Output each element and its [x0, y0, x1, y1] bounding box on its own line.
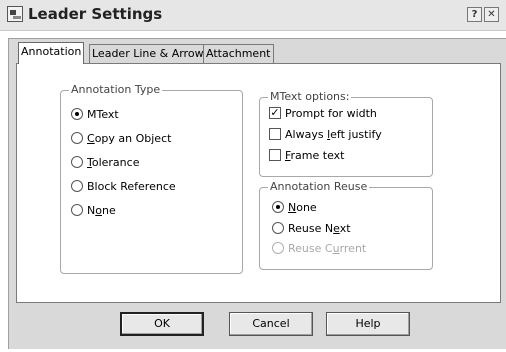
checkbox-icon[interactable]	[269, 128, 281, 140]
window-title: Leader Settings	[28, 5, 163, 23]
mtext-options-legend: MText options:	[268, 90, 352, 103]
help-icon[interactable]: ?	[467, 7, 482, 22]
radio-button-icon[interactable]	[71, 180, 83, 192]
app-icon	[7, 6, 23, 22]
radio-none-annotation[interactable]: None	[71, 203, 116, 219]
help-button[interactable]: Help	[326, 312, 410, 336]
title-bar: Leader Settings ? ✕	[0, 0, 506, 31]
annotation-type-legend: Annotation Type	[69, 83, 163, 96]
annotation-reuse-legend: Annotation Reuse	[268, 180, 370, 193]
radio-reuse-none[interactable]: None	[272, 200, 317, 216]
radio-button-icon[interactable]	[71, 132, 83, 144]
checkbox-checked-icon[interactable]: ✓	[269, 107, 281, 119]
tab-attachment[interactable]: Attachment	[203, 44, 274, 63]
checkbox-always-left-justify[interactable]: Always left justify	[269, 127, 382, 143]
tab-leader-line-arrow[interactable]: Leader Line & Arrow	[89, 44, 207, 63]
checkbox-icon[interactable]	[269, 149, 281, 161]
tab-annotation[interactable]: Annotation	[18, 42, 85, 64]
radio-copy-an-object[interactable]: Copy an Object	[71, 131, 171, 147]
cancel-button[interactable]: Cancel	[229, 312, 313, 336]
close-icon[interactable]: ✕	[484, 7, 499, 22]
annotation-reuse-group: Annotation Reuse None Reuse Next Reuse C…	[259, 180, 433, 270]
tab-panel-annotation: Annotation Type MText Copy an Object Tol…	[16, 63, 501, 303]
radio-button-icon[interactable]	[71, 156, 83, 168]
mtext-options-group: MText options: ✓ Prompt for width Always …	[259, 90, 433, 177]
ok-button[interactable]: OK	[120, 312, 204, 336]
radio-button-selected-icon[interactable]	[272, 201, 284, 213]
radio-button-selected-icon[interactable]	[71, 108, 83, 120]
radio-reuse-next[interactable]: Reuse Next	[272, 221, 351, 237]
radio-block-reference[interactable]: Block Reference	[71, 179, 176, 195]
checkbox-frame-text[interactable]: Frame text	[269, 148, 344, 164]
radio-button-disabled-icon	[272, 242, 284, 254]
radio-tolerance[interactable]: Tolerance	[71, 155, 139, 171]
dialog-body: Annotation Leader Line & Arrow Attachmen…	[8, 38, 506, 349]
radio-mtext[interactable]: MText	[71, 107, 119, 123]
annotation-type-group: Annotation Type MText Copy an Object Tol…	[60, 83, 243, 274]
radio-reuse-current: Reuse Current	[272, 241, 366, 257]
checkbox-prompt-for-width[interactable]: ✓ Prompt for width	[269, 106, 377, 122]
radio-button-icon[interactable]	[272, 222, 284, 234]
radio-button-icon[interactable]	[71, 204, 83, 216]
